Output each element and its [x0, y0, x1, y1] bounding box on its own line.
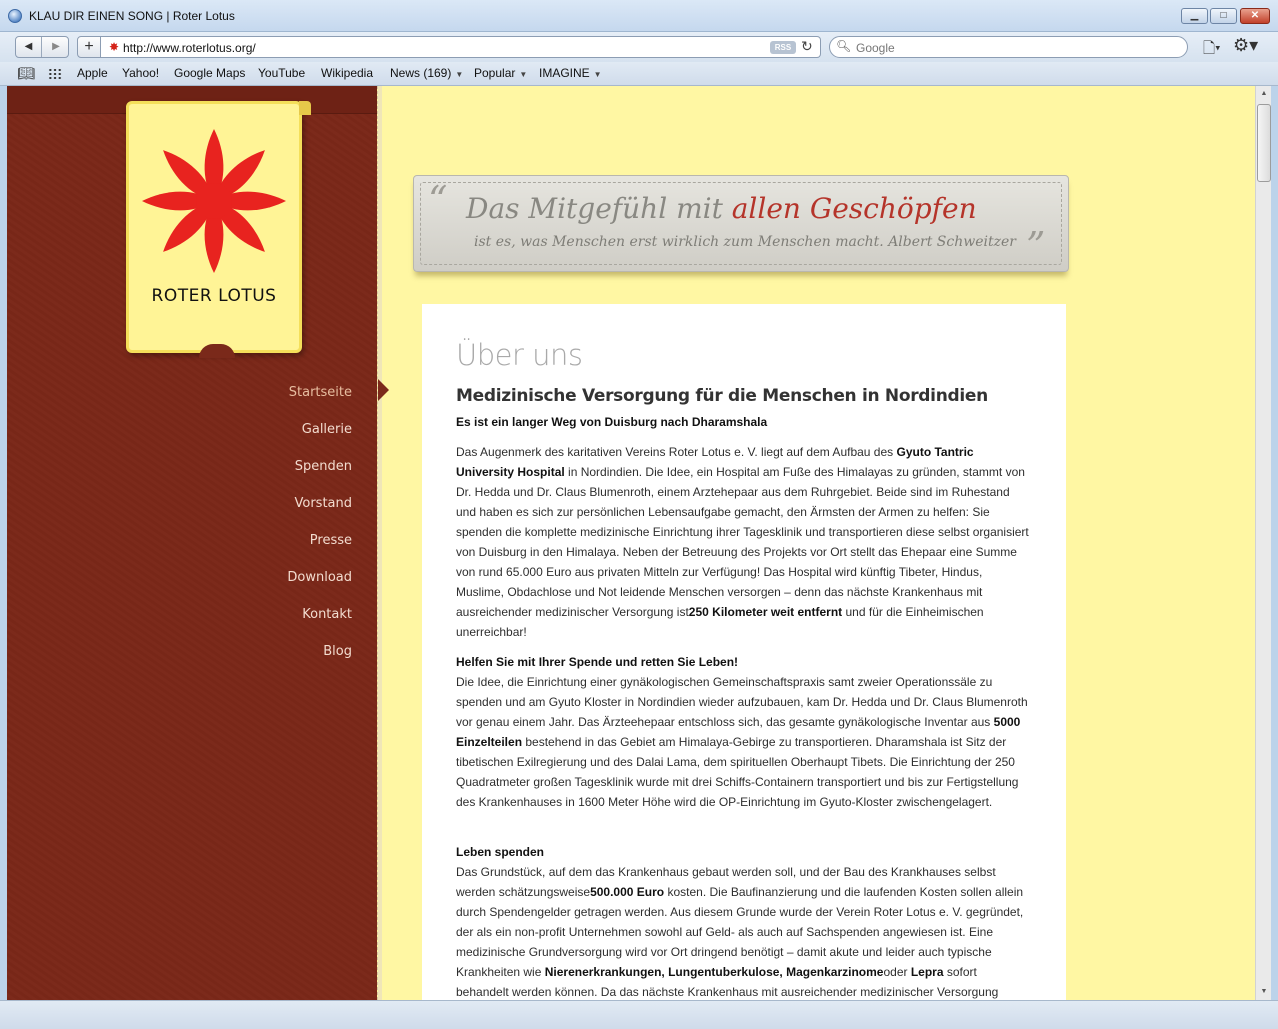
- chevron-down-icon: ▼: [519, 70, 528, 79]
- top-sites-grid-icon[interactable]: [48, 68, 62, 80]
- bookmark-menu-imagine[interactable]: IMAGINE ▼: [539, 66, 602, 80]
- bold-text: Nierenerkrankungen, Lungentuberkulose, M…: [544, 965, 884, 979]
- paragraph-help: Helfen Sie mit Ihrer Spende und retten S…: [456, 652, 1030, 812]
- main-content: Über uns Medizinische Versorgung für die…: [422, 304, 1066, 1000]
- site-favicon-icon: ✸: [109, 40, 120, 54]
- text-run: Das Augenmerk des karitativen Vereins Ro…: [456, 445, 897, 459]
- bookmark-item[interactable]: Apple: [77, 66, 108, 80]
- bold-text: 250 Kilometer weit entfernt: [688, 605, 843, 619]
- bookmark-menu-label: News (169): [390, 66, 452, 80]
- logo-notch: [199, 344, 235, 358]
- status-bar: [0, 1000, 1278, 1029]
- window-titlebar: KLAU DIR EINEN SONG | Roter Lotus ▁ □ ✕: [0, 0, 1278, 32]
- nav-item-gallerie[interactable]: Gallerie: [302, 422, 352, 437]
- navigation-buttons: ◀ ▶: [15, 36, 69, 58]
- section-heading: Helfen Sie mit Ihrer Spende und retten S…: [456, 655, 739, 669]
- nav-item-vorstand[interactable]: Vorstand: [294, 496, 352, 511]
- scroll-down-arrow-icon[interactable]: ▼: [1256, 984, 1272, 1000]
- site-logo[interactable]: ROTER LOTUS: [126, 101, 311, 358]
- page-viewport: ROTER LOTUS Startseite Gallerie Spenden …: [7, 86, 1255, 1000]
- nav-item-spenden[interactable]: Spenden: [295, 459, 352, 474]
- nav-item-kontakt[interactable]: Kontakt: [302, 607, 352, 622]
- section-heading: Leben spenden: [456, 845, 545, 859]
- nav-item-blog[interactable]: Blog: [323, 644, 352, 659]
- vertical-scrollbar[interactable]: ▲ ▼: [1255, 86, 1271, 1000]
- window-title: KLAU DIR EINEN SONG | Roter Lotus: [29, 9, 235, 23]
- address-bar[interactable]: ✸ http://www.roterlotus.org/ RSS ↻: [101, 36, 821, 58]
- bookmarks-bar: 📖︎ Apple Yahoo! Google Maps YouTube Wiki…: [0, 62, 1278, 86]
- logo-text: ROTER LOTUS: [151, 286, 277, 306]
- nav-item-presse[interactable]: Presse: [310, 533, 352, 548]
- nav-item-startseite[interactable]: Startseite: [289, 385, 352, 400]
- bookmark-item[interactable]: Google Maps: [174, 66, 245, 80]
- rss-button[interactable]: RSS: [770, 41, 796, 54]
- quote-accent-text: allen Geschöpfen: [731, 192, 977, 225]
- forward-button[interactable]: ▶: [43, 37, 69, 57]
- gear-icon[interactable]: ⚙▾: [1233, 35, 1258, 56]
- text-run: Die Idee, die Einrichtung einer gynäkolo…: [456, 675, 1028, 729]
- add-bookmark-button[interactable]: +: [77, 36, 101, 58]
- quote-banner: “ Das Mitgefühl mit allen Geschöpfen ist…: [413, 175, 1069, 272]
- page-subtitle: Medizinische Versorgung für die Menschen…: [456, 386, 988, 406]
- quote-headline: Das Mitgefühl mit allen Geschöpfen: [466, 192, 977, 225]
- logo-fold: [299, 101, 311, 115]
- sidebar-edge: [378, 86, 382, 1000]
- page-menu-icon[interactable]: 🗋▾: [1203, 38, 1221, 63]
- page-title: Über uns: [456, 338, 583, 372]
- lead-text: Es ist ein langer Weg von Duisburg nach …: [456, 415, 768, 429]
- quote-attribution: ist es, was Menschen erst wirklich zum M…: [474, 234, 1016, 250]
- bookmark-menu-popular[interactable]: Popular ▼: [474, 66, 527, 80]
- bookmark-menu-label: Popular: [474, 66, 516, 80]
- search-icon: 🔍︎: [836, 39, 852, 53]
- reading-list-icon[interactable]: 📖︎: [17, 65, 35, 82]
- paragraph-about: Das Augenmerk des karitativen Vereins Ro…: [456, 442, 1030, 642]
- text-run: oder: [883, 965, 911, 979]
- bold-text: 500.000 Euro: [590, 885, 665, 899]
- scrollbar-thumb[interactable]: [1257, 104, 1271, 182]
- active-nav-pointer: [378, 379, 389, 401]
- paragraph-donate: Leben spenden Das Grundstück, auf dem das…: [456, 842, 1030, 1000]
- text-run: bestehend in das Gebiet am Himalaya-Gebi…: [456, 735, 1019, 809]
- lotus-flower-icon: [142, 129, 286, 273]
- bold-text: Lepra: [910, 965, 944, 979]
- chevron-down-icon: ▼: [593, 70, 602, 79]
- close-quote-icon: ”: [1026, 224, 1046, 268]
- reload-icon[interactable]: ↻: [801, 38, 813, 55]
- bookmark-menu-label: IMAGINE: [539, 66, 590, 80]
- scroll-up-arrow-icon[interactable]: ▲: [1256, 86, 1272, 102]
- bookmark-menu-news[interactable]: News (169) ▼: [390, 66, 463, 80]
- site-sidebar: ROTER LOTUS Startseite Gallerie Spenden …: [7, 86, 382, 1000]
- nav-item-download[interactable]: Download: [287, 570, 352, 585]
- search-input[interactable]: [856, 40, 1176, 55]
- url-text[interactable]: http://www.roterlotus.org/: [123, 41, 256, 55]
- bookmark-item[interactable]: Yahoo!: [122, 66, 159, 80]
- bookmark-item[interactable]: Wikipedia: [321, 66, 373, 80]
- minimize-button[interactable]: ▁: [1181, 8, 1208, 24]
- chevron-down-icon: ▼: [455, 70, 464, 79]
- open-quote-icon: “: [428, 178, 448, 222]
- browser-globe-icon: [8, 9, 22, 23]
- maximize-button[interactable]: □: [1210, 8, 1237, 24]
- quote-text: Das Mitgefühl mit: [466, 192, 732, 225]
- close-button[interactable]: ✕: [1240, 8, 1270, 24]
- back-button[interactable]: ◀: [16, 37, 42, 57]
- bookmark-item[interactable]: YouTube: [258, 66, 305, 80]
- text-run: in Nordindien. Die Idee, ein Hospital am…: [456, 465, 1029, 619]
- search-field[interactable]: 🔍︎: [829, 36, 1188, 58]
